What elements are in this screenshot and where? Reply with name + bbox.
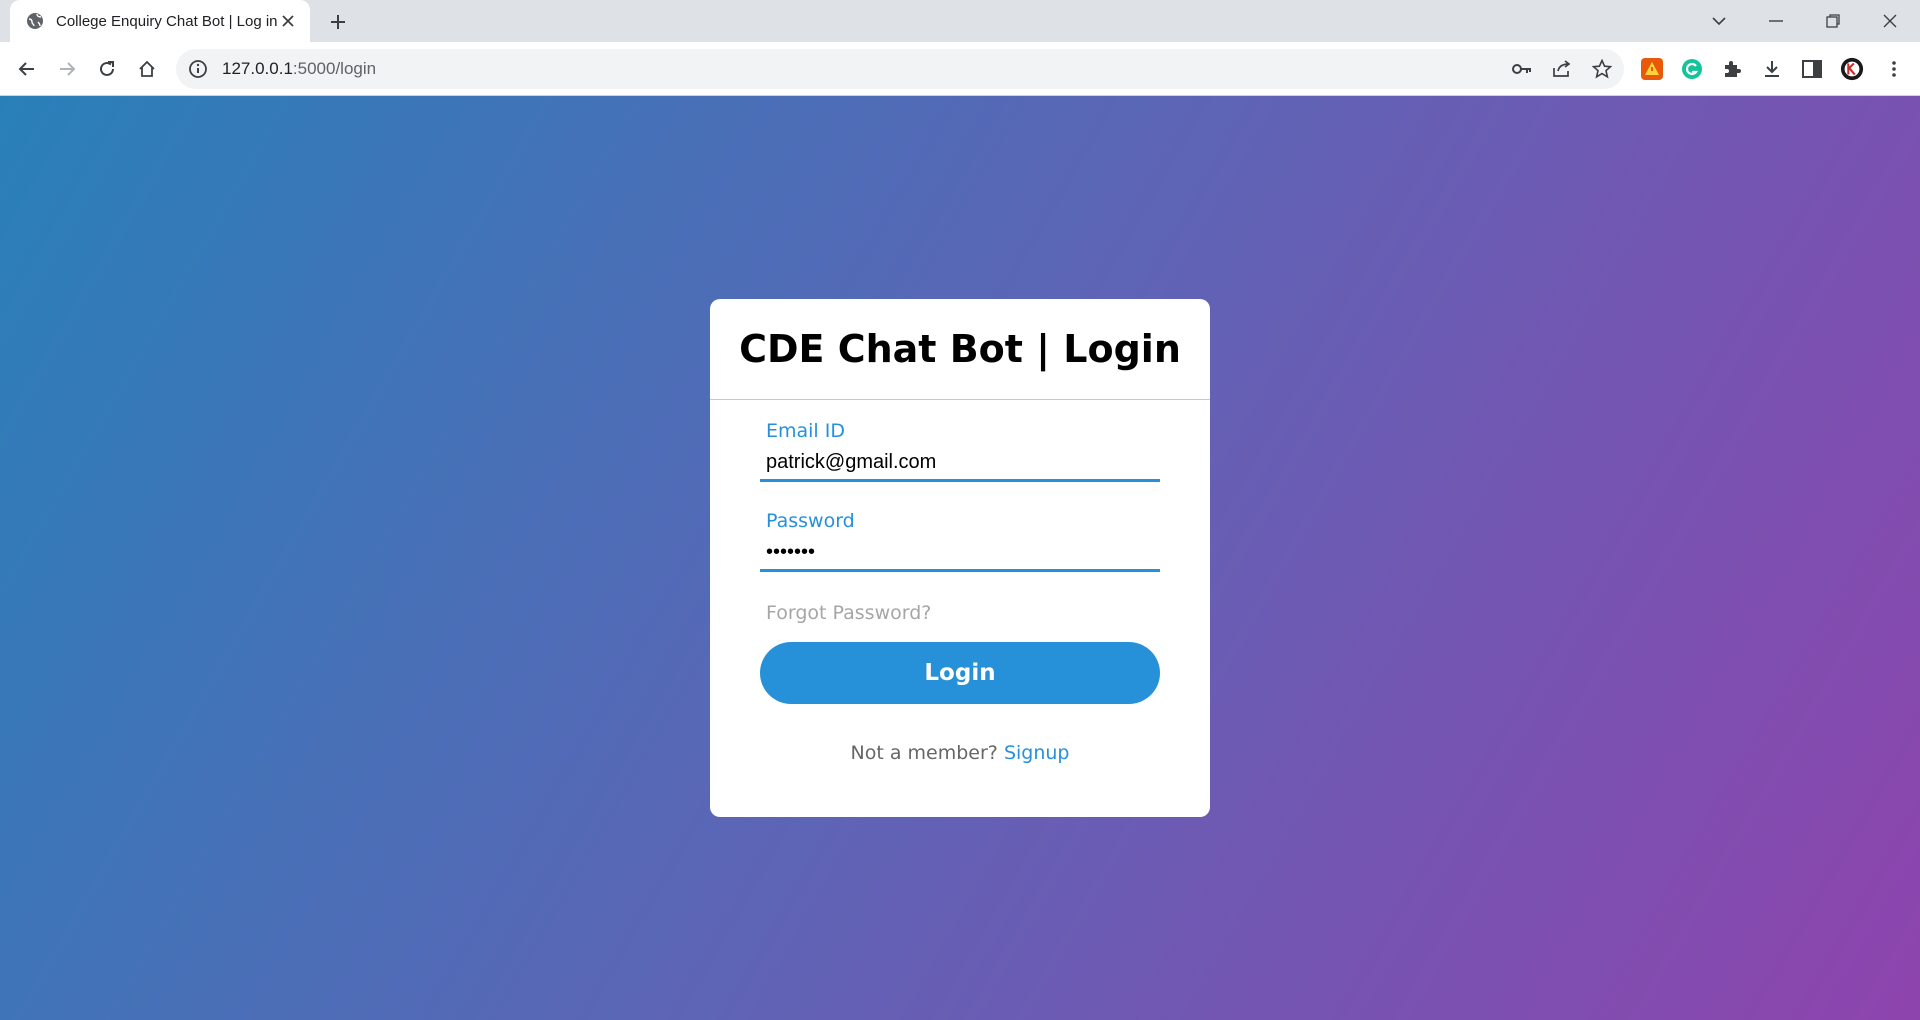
browser-toolbar: 127.0.0.1:5000/login — [0, 42, 1920, 96]
signup-row: Not a member? Signup — [760, 742, 1160, 764]
url-host: 127.0.0.1 — [222, 59, 293, 78]
login-button[interactable]: Login — [760, 642, 1160, 704]
login-form: Email ID Password Forgot Password? Login… — [710, 400, 1210, 764]
menu-kebab-icon[interactable] — [1882, 57, 1906, 81]
login-card: CDE Chat Bot | Login Email ID Password F… — [710, 299, 1210, 817]
page-background: CDE Chat Bot | Login Email ID Password F… — [0, 96, 1920, 1020]
new-tab-icon[interactable] — [324, 8, 352, 36]
bookmark-star-icon[interactable] — [1592, 59, 1612, 79]
home-icon[interactable] — [131, 53, 163, 85]
password-label: Password — [766, 510, 855, 532]
tab-title: College Enquiry Chat Bot | Log in — [56, 12, 278, 30]
email-field[interactable] — [760, 446, 1160, 482]
tab-bar: College Enquiry Chat Bot | Log in — [0, 0, 1920, 42]
page-title: CDE Chat Bot | Login — [710, 299, 1210, 400]
url-path: :5000/login — [292, 59, 377, 78]
browser-tab[interactable]: College Enquiry Chat Bot | Log in — [10, 0, 310, 42]
download-icon[interactable] — [1760, 57, 1784, 81]
extension-warning-icon[interactable] — [1640, 57, 1664, 81]
share-icon[interactable] — [1552, 59, 1572, 79]
avatar[interactable] — [1840, 57, 1864, 81]
forward-icon[interactable] — [51, 53, 83, 85]
window-close-icon[interactable] — [1862, 0, 1918, 42]
email-field-group: Email ID — [760, 400, 1160, 490]
reload-icon[interactable] — [91, 53, 123, 85]
close-icon[interactable] — [278, 11, 298, 31]
minimize-icon[interactable] — [1748, 0, 1804, 42]
restore-icon[interactable] — [1805, 0, 1861, 42]
tab-search-icon[interactable] — [1691, 0, 1747, 42]
forgot-password-link[interactable]: Forgot Password? — [766, 602, 1160, 624]
back-icon[interactable] — [11, 53, 43, 85]
password-field-group: Password — [760, 490, 1160, 580]
password-field[interactable] — [760, 536, 1160, 572]
address-bar[interactable]: 127.0.0.1:5000/login — [176, 49, 1624, 89]
signup-prompt: Not a member? — [850, 742, 998, 764]
globe-icon — [26, 12, 44, 30]
key-icon[interactable] — [1512, 59, 1532, 79]
grammarly-icon[interactable] — [1680, 57, 1704, 81]
side-panel-icon[interactable] — [1800, 57, 1824, 81]
url-text: 127.0.0.1:5000/login — [222, 59, 376, 79]
signup-link[interactable]: Signup — [1004, 742, 1070, 764]
extensions-puzzle-icon[interactable] — [1720, 57, 1744, 81]
site-info-icon[interactable] — [188, 59, 208, 79]
email-label: Email ID — [766, 420, 845, 442]
